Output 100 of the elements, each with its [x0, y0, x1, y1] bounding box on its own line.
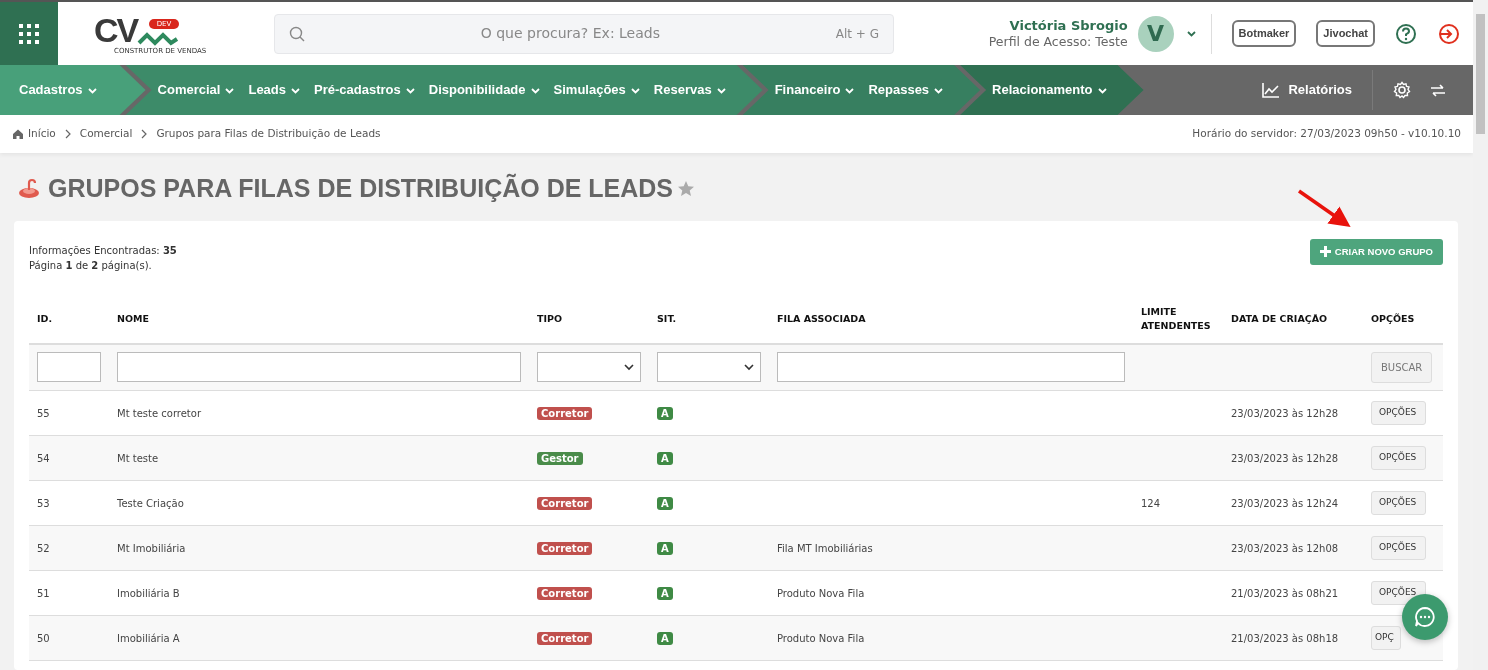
type-tag: Corretor	[537, 406, 593, 420]
menu-item[interactable]: Relacionamento	[992, 80, 1108, 100]
column-header: SIT.	[657, 312, 677, 324]
table-cell: Mt teste	[117, 452, 159, 464]
results-summary: Página 1 de 2 página(s).	[29, 258, 153, 273]
table-cell: 23/03/2023 às 12h08	[1231, 542, 1339, 554]
column-header: OPÇÕES	[1371, 312, 1415, 324]
apps-menu-button[interactable]	[0, 2, 58, 65]
server-time: Horário do servidor: 27/03/2023 09h50 - v10.10.10	[1192, 126, 1461, 142]
table-cell: 23/03/2023 às 12h24	[1231, 497, 1339, 509]
menu-item[interactable]: Financeiro	[774, 80, 856, 100]
type-tag: Corretor	[537, 631, 593, 645]
options-button[interactable]: OPÇÕES	[1371, 446, 1426, 470]
settings-icon[interactable]	[1393, 81, 1411, 99]
options-button[interactable]: OPÇÕES	[1371, 536, 1426, 560]
chevron-down-icon	[629, 85, 641, 95]
avatar[interactable]: V	[1137, 15, 1174, 52]
table-cell: Produto Nova Fila	[777, 587, 865, 599]
chevron-down-icon	[86, 85, 98, 95]
status-tag: A	[657, 586, 673, 600]
table-cell: 21/03/2023 às 08h18	[1231, 632, 1339, 644]
menu-item[interactable]: Leads	[248, 80, 302, 100]
filter-input[interactable]	[37, 352, 101, 383]
user-profile: Perfil de Acesso: Teste	[988, 33, 1128, 50]
help-icon[interactable]	[1395, 22, 1417, 45]
menu-item[interactable]: Cadastros	[19, 80, 98, 100]
app-button[interactable]: Botmaker	[1231, 20, 1297, 47]
filter-select[interactable]	[657, 352, 761, 383]
table-cell: 51	[37, 587, 50, 599]
chevron-down-icon[interactable]	[1185, 29, 1197, 38]
table-cell: 52	[37, 542, 50, 554]
logout-icon[interactable]	[1437, 22, 1459, 45]
filter-select[interactable]	[537, 352, 641, 383]
breadcrumb-link[interactable]: Comercial	[79, 126, 133, 142]
chevron-down-icon	[715, 85, 727, 95]
table-cell: Teste Criação	[117, 497, 184, 509]
column-header: LIMITE ATENDENTES	[1141, 305, 1211, 331]
type-tag: Corretor	[537, 586, 593, 600]
column-header: DATA DE CRIAÇÃO	[1231, 312, 1328, 324]
table-cell: Imobiliária A	[117, 632, 180, 644]
options-button[interactable]: OPÇÕES	[1371, 491, 1426, 515]
favorite-star-icon[interactable]	[677, 180, 696, 198]
options-button[interactable]: OPÇ	[1371, 626, 1401, 650]
menu-item[interactable]: Reservas	[653, 80, 727, 100]
menu-item[interactable]: Pré-cadastros	[314, 80, 416, 100]
column-header: NOME	[117, 312, 149, 324]
chart-icon	[1261, 81, 1281, 99]
search-button[interactable]: BUSCAR	[1371, 351, 1433, 383]
status-tag: A	[657, 631, 673, 645]
table-cell: 50	[37, 632, 50, 644]
table-cell: 124	[1141, 497, 1161, 509]
chevron-down-icon	[744, 363, 754, 371]
table-cell: Mt Imobiliária	[117, 542, 186, 554]
user-name: Victória Sbrogio	[1008, 17, 1128, 34]
filter-input[interactable]	[777, 352, 1125, 383]
reports-menu-item[interactable]: Relatórios	[1261, 80, 1352, 100]
table-cell: 53	[37, 497, 50, 509]
search-icon	[289, 25, 305, 42]
joystick-icon	[18, 178, 40, 200]
table-cell: Fila MT Imobiliárias	[777, 542, 873, 554]
chevron-down-icon	[404, 85, 416, 95]
type-tag: Gestor	[537, 451, 583, 465]
type-tag: Corretor	[537, 496, 593, 510]
chevron-down-icon	[290, 85, 302, 95]
table-cell: 54	[37, 452, 50, 464]
table-cell: 23/03/2023 às 12h28	[1231, 452, 1339, 464]
table-cell: 55	[37, 407, 50, 419]
create-group-button[interactable]: CRIAR NOVO GRUPO	[1309, 238, 1443, 265]
type-tag: Corretor	[537, 541, 593, 555]
status-tag: A	[657, 541, 673, 555]
menu-item[interactable]: Repasses	[868, 80, 945, 100]
filter-input[interactable]	[117, 352, 521, 383]
search-field[interactable]: O que procura? Ex: Leads Alt + G	[274, 13, 894, 54]
search-input[interactable]: O que procura? Ex: Leads	[305, 22, 836, 45]
plus-icon	[1319, 246, 1331, 258]
menu-item[interactable]: Disponibilidade	[428, 80, 541, 100]
table-cell: Mt teste corretor	[117, 407, 201, 419]
chevron-down-icon	[844, 85, 856, 95]
grid-icon	[19, 23, 39, 44]
menu-item[interactable]: Comercial	[157, 80, 236, 100]
table-cell: 23/03/2023 às 12h28	[1231, 407, 1339, 419]
status-tag: A	[657, 406, 673, 420]
column-header: TIPO	[537, 312, 563, 324]
breadcrumb-link[interactable]: Início	[28, 126, 56, 142]
logo-text: CV	[94, 12, 138, 47]
options-button[interactable]: OPÇÕES	[1371, 401, 1426, 425]
chevron-down-icon	[1096, 85, 1108, 95]
results-summary: Informações Encontradas: 35	[29, 243, 177, 258]
chevron-down-icon	[624, 363, 634, 371]
table-cell: 21/03/2023 às 08h21	[1231, 587, 1339, 599]
table-cell: Imobiliária B	[117, 587, 180, 599]
chevron-right-icon	[140, 129, 149, 139]
chevron-down-icon	[933, 85, 945, 95]
home-icon	[12, 128, 24, 140]
swap-icon[interactable]	[1429, 81, 1447, 99]
page-title: GRUPOS PARA FILAS DE DISTRIBUIÇÃO DE LEADS	[48, 172, 674, 204]
chevron-right-icon	[63, 129, 72, 139]
menu-item[interactable]: Simulações	[553, 80, 641, 100]
chevron-down-icon	[224, 85, 236, 95]
app-button[interactable]: Jivochat	[1316, 20, 1375, 47]
